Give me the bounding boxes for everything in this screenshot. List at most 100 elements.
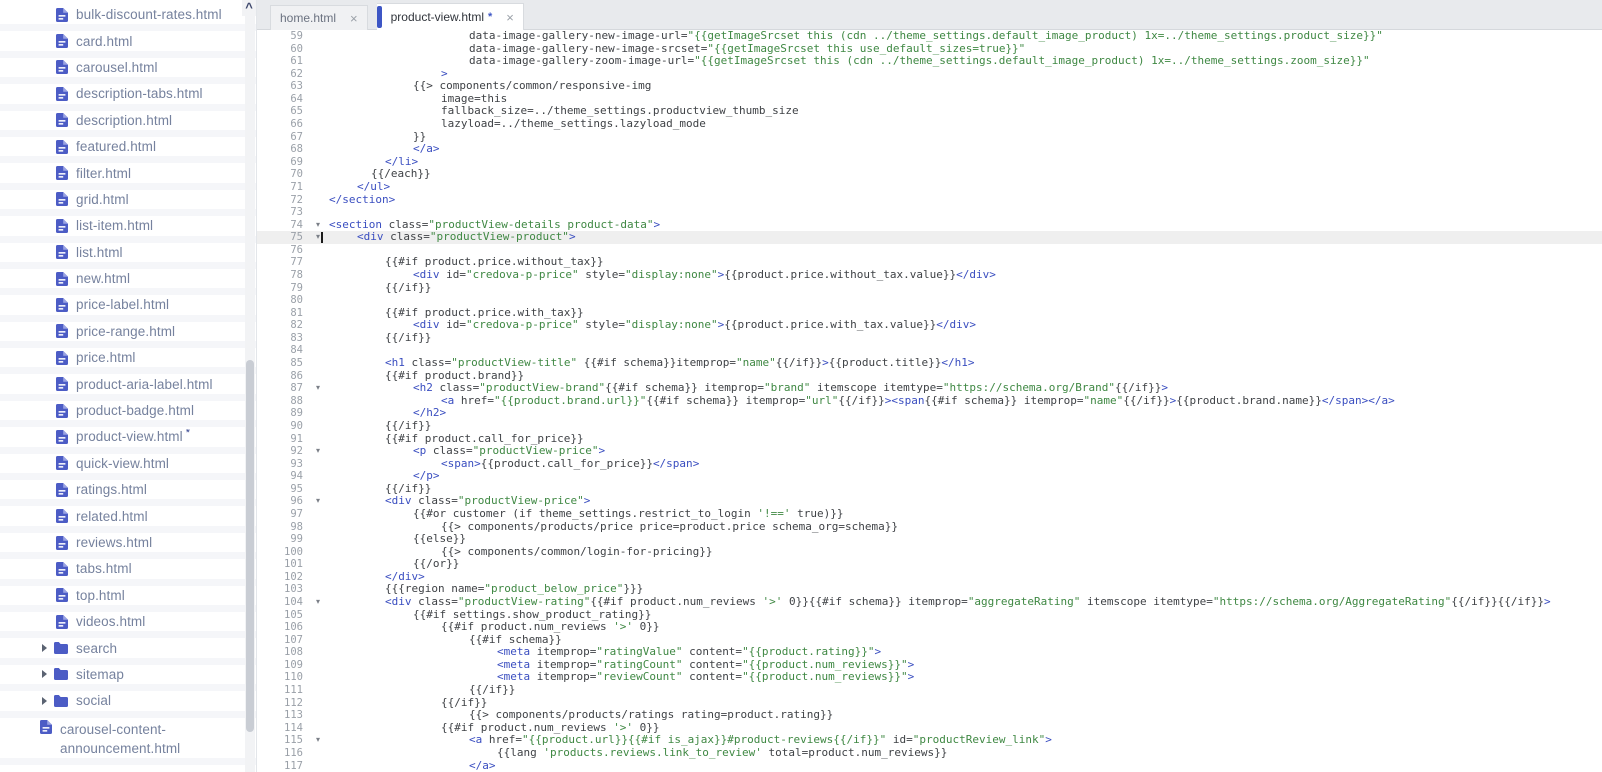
sidebar-item-new[interactable]: new.html <box>0 269 256 296</box>
sidebar-item-top[interactable]: top.html <box>0 586 256 612</box>
sidebar-item-search[interactable]: search <box>0 638 256 665</box>
chevron-right-icon[interactable] <box>42 644 47 653</box>
code-line-67[interactable]: 67}} <box>257 130 1602 144</box>
sidebar-item-description[interactable]: description.html <box>0 111 256 137</box>
sidebar-scrollbar-thumb[interactable] <box>246 360 254 732</box>
code-line-101[interactable]: 101 {{/or}} <box>257 558 1602 571</box>
code-line-79[interactable]: 79 {{/if}} <box>257 281 1602 295</box>
line-number: 74 <box>290 218 303 231</box>
code-line-110[interactable]: 110 <meta itemprop="reviewCount" content=… <box>257 671 1602 684</box>
sidebar-item-filter[interactable]: filter.html <box>0 163 256 190</box>
code-line-69[interactable]: 69 </li> <box>257 155 1602 169</box>
code-text: <div id="credova-p-price" style="display… <box>413 318 976 332</box>
code-line-97[interactable]: 97 {{#or customer (if theme_settings.rest… <box>257 507 1602 521</box>
fold-chevron-down-icon[interactable]: ▾ <box>307 495 329 508</box>
code-line-107[interactable]: 107 {{#if schema}} <box>257 633 1602 647</box>
code-line-80[interactable]: 80 <box>257 294 1602 307</box>
code-line-93[interactable]: 93 <span>{{product.call_for_price}}</span… <box>257 457 1602 471</box>
chevron-right-icon[interactable] <box>42 670 47 679</box>
code-line-94[interactable]: 94 </p> <box>257 469 1602 483</box>
sidebar-item-related[interactable]: related.html <box>0 506 256 533</box>
code-line-117[interactable]: 117 </a> <box>257 759 1602 772</box>
tab-product-view.html[interactable]: product-view.html * × <box>376 3 524 30</box>
file-tree-sidebar: bulk-discount-rates.html card.html carouse… <box>0 0 257 772</box>
file-name: price-label.html <box>76 297 170 313</box>
code-line-68[interactable]: 68 </a> <box>257 142 1602 156</box>
code-line-78[interactable]: 78 <div id="credova-p-price" style="displ… <box>257 268 1602 282</box>
sidebar-item-product-badge[interactable]: product-badge.html <box>0 401 256 428</box>
file-name: list.html <box>76 244 123 260</box>
sidebar-item-product-aria-label[interactable]: product-aria-label.html <box>0 374 256 401</box>
code-line-116[interactable]: 116 {{lang 'products.reviews.link_to_revi… <box>257 746 1602 760</box>
line-number: 111 <box>284 684 303 697</box>
sidebar-item-sitemap[interactable]: sitemap <box>0 665 256 692</box>
code-line-113[interactable]: 113 {{> components/products/ratings ratin… <box>257 709 1602 722</box>
fold-chevron-down-icon[interactable]: ▾ <box>307 734 329 747</box>
sidebar-item-featured[interactable]: featured.html <box>0 137 256 164</box>
code-line-108[interactable]: 108 <meta itemprop="ratingValue" content=… <box>257 646 1602 659</box>
code-line-83[interactable]: 83 {{/if}} <box>257 331 1602 345</box>
fold-chevron-down-icon[interactable]: ▾ <box>307 596 329 609</box>
close-icon[interactable]: × <box>350 12 358 25</box>
sidebar-item-grid[interactable]: grid.html <box>0 190 256 217</box>
code-line-90[interactable]: 90 {{/if}} <box>257 419 1602 433</box>
sidebar-item-list-item[interactable]: list-item.html <box>0 216 256 243</box>
fold-gutter <box>307 697 329 710</box>
sidebar-item-carousel-content-announcement[interactable]: carousel-content-announcement.html <box>0 718 256 765</box>
sidebar-item-tabs[interactable]: tabs.html <box>0 559 256 586</box>
sidebar-item-description-tabs[interactable]: description-tabs.html <box>0 84 256 111</box>
folder-icon <box>54 642 68 655</box>
fold-gutter <box>307 609 329 622</box>
code-line-61[interactable]: 61 data-image-gallery-zoom-image-url="{{g… <box>257 54 1602 68</box>
fold-chevron-down-icon[interactable]: ▾ <box>307 219 329 232</box>
code-line-109[interactable]: 109 <meta itemprop="ratingCount" content=… <box>257 658 1602 672</box>
fold-gutter <box>307 671 329 684</box>
sidebar-item-price-range[interactable]: price-range.html <box>0 322 256 349</box>
sidebar-scrollbar[interactable] <box>245 0 255 772</box>
sidebar-item-card[interactable]: card.html <box>0 31 256 58</box>
fold-chevron-down-icon[interactable]: ▾ <box>307 445 329 458</box>
sidebar-item-reviews[interactable]: reviews.html <box>0 533 256 560</box>
chevron-right-icon[interactable] <box>42 696 47 705</box>
sidebar-item-product-view[interactable]: product-view.html * <box>0 427 256 454</box>
file-icon <box>56 7 68 22</box>
code-line-99[interactable]: 99 {{else}} <box>257 533 1602 546</box>
code-line-106[interactable]: 106 {{#if product.num_reviews '>' 0}} <box>257 620 1602 634</box>
sidebar-item-quick-view[interactable]: quick-view.html <box>0 454 256 481</box>
code-line-82[interactable]: 82 <div id="credova-p-price" style="displ… <box>257 319 1602 332</box>
line-number: 103 <box>284 583 303 596</box>
code-line-71[interactable]: 71 </ul> <box>257 180 1602 194</box>
code-line-87[interactable]: 87 ▾ <h2 class="productView-brand"{{#if sc… <box>257 381 1602 395</box>
sidebar-item-carousel[interactable]: carousel.html <box>0 58 256 85</box>
close-icon[interactable]: × <box>506 11 514 24</box>
scroll-up-icon[interactable]: ^ <box>242 0 256 16</box>
code-line-112[interactable]: 112 {{/if}} <box>257 696 1602 710</box>
code-editor[interactable]: 59 data-image-gallery-new-image-url="{{ge… <box>257 30 1602 772</box>
sidebar-item-videos[interactable]: videos.html <box>0 612 256 639</box>
code-line-89[interactable]: 89 </h2> <box>257 407 1602 420</box>
file-icon <box>56 456 68 471</box>
code-line-63[interactable]: 63 {{> components/common/responsive-img <box>257 80 1602 93</box>
file-name: top.html <box>76 587 125 603</box>
sidebar-item-price-label[interactable]: price-label.html <box>0 295 256 322</box>
code-line-111[interactable]: 111 {{/if}} <box>257 683 1602 697</box>
sidebar-item-bulk-discount-rates[interactable]: bulk-discount-rates.html <box>0 5 256 32</box>
sidebar-item-price[interactable]: price.html <box>0 348 256 375</box>
code-line-70[interactable]: 70 {{/each}} <box>257 168 1602 181</box>
sidebar-item-social[interactable]: social <box>0 691 256 718</box>
code-line-75[interactable]: 75 ▾ <div class="productView-product"> <box>257 230 1602 244</box>
sidebar-item-list[interactable]: list.html <box>0 243 256 269</box>
line-number: 110 <box>284 671 303 684</box>
code-line-66[interactable]: 66 lazyload=../theme_settings.lazyload_mo… <box>257 117 1602 131</box>
fold-chevron-down-icon[interactable]: ▾ <box>307 231 329 244</box>
code-line-85[interactable]: 85 <h1 class="productView-title" {{#if sc… <box>257 356 1602 370</box>
fold-chevron-down-icon[interactable]: ▾ <box>307 382 329 395</box>
code-line-72[interactable]: 72 </section> <box>257 193 1602 207</box>
line-number: 95 <box>290 482 303 495</box>
code-line-104[interactable]: 104 ▾ <div class="productView-rating"{{#if… <box>257 595 1602 609</box>
tab-home.html[interactable]: home.html × <box>270 5 368 30</box>
sidebar-item-ratings[interactable]: ratings.html <box>0 480 256 507</box>
line-number: 115 <box>284 734 303 747</box>
fold-gutter <box>307 307 329 320</box>
code-line-88[interactable]: 88 <a href="{{product.brand.url}}"{{#if s… <box>257 394 1602 408</box>
